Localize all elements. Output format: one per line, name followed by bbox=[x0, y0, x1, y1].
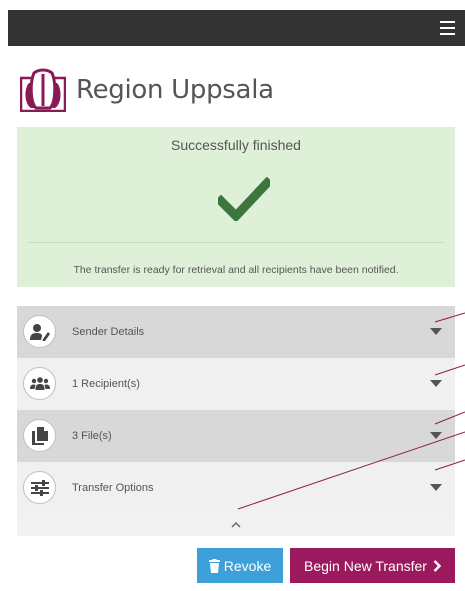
sliders-icon bbox=[23, 471, 56, 504]
user-edit-icon bbox=[23, 315, 56, 348]
brand-name: Region Uppsala bbox=[76, 75, 274, 105]
chevron-up-icon[interactable] bbox=[231, 520, 241, 530]
begin-new-transfer-button[interactable]: Begin New Transfer bbox=[290, 548, 455, 583]
brand: Region Uppsala bbox=[20, 68, 274, 112]
files-icon bbox=[23, 419, 56, 452]
success-title: Successfully finished bbox=[171, 137, 301, 153]
success-alert: Successfully finished The transfer is re… bbox=[17, 127, 455, 287]
chevron-right-icon bbox=[433, 559, 441, 572]
caret-down-icon[interactable] bbox=[430, 380, 442, 387]
panel-recipients[interactable]: 1 Recipient(s) bbox=[17, 358, 455, 410]
divider bbox=[27, 242, 445, 243]
checkmark-icon bbox=[218, 177, 270, 221]
region-uppsala-logo bbox=[20, 68, 66, 112]
caret-down-icon[interactable] bbox=[430, 432, 442, 439]
trash-icon bbox=[208, 558, 220, 573]
panel-label: 3 File(s) bbox=[72, 430, 112, 442]
begin-new-transfer-label: Begin New Transfer bbox=[304, 557, 427, 574]
users-icon bbox=[23, 367, 56, 400]
panel-sender-details[interactable]: Sender Details bbox=[17, 306, 455, 358]
revoke-button[interactable]: Revoke bbox=[197, 548, 283, 583]
panel-label: Transfer Options bbox=[72, 482, 154, 494]
caret-down-icon[interactable] bbox=[430, 328, 442, 335]
panel-label: Sender Details bbox=[72, 326, 145, 338]
success-message: The transfer is ready for retrieval and … bbox=[73, 264, 399, 276]
top-navbar bbox=[8, 10, 465, 46]
revoke-label: Revoke bbox=[223, 557, 272, 574]
panel-files[interactable]: 3 File(s) bbox=[17, 410, 455, 462]
caret-down-icon[interactable] bbox=[430, 484, 442, 491]
panel-transfer-options[interactable]: Transfer Options bbox=[17, 462, 455, 514]
panel-label: 1 Recipient(s) bbox=[72, 378, 140, 390]
collapse-toggle[interactable] bbox=[17, 514, 455, 536]
hamburger-menu-icon[interactable] bbox=[440, 21, 455, 35]
